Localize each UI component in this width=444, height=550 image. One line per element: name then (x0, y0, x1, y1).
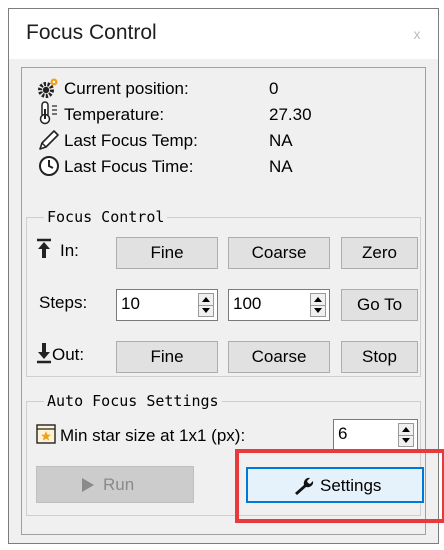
last-focus-temp-label: Last Focus Temp: (64, 131, 198, 150)
focus-control-group-title: Focus Control (44, 208, 168, 226)
highlight-box (235, 449, 444, 523)
auto-focus-group-title: Auto Focus Settings (44, 392, 222, 410)
min-star-size-label: Min star size at 1x1 (px): (60, 426, 246, 445)
in-fine-button[interactable]: Fine (116, 237, 218, 269)
steps-label: Steps: (39, 293, 88, 312)
focus-out-arrow-icon (35, 343, 53, 370)
steps-coarse-value: 100 (233, 294, 262, 313)
last-focus-temp-value: NA (269, 131, 293, 150)
goto-button[interactable]: Go To (341, 289, 418, 321)
in-coarse-button[interactable]: Coarse (228, 237, 330, 269)
increment-arrow-icon[interactable] (314, 297, 322, 302)
increment-arrow-icon[interactable] (202, 297, 210, 302)
focus-in-arrow-icon (35, 238, 53, 265)
min-star-size-input[interactable]: 6 (333, 419, 418, 451)
run-button[interactable]: Run (36, 466, 194, 503)
min-star-size-value: 6 (338, 424, 348, 443)
focus-control-window: Focus Control x Current position: 0 Temp… (8, 8, 444, 544)
steps-fine-value: 10 (121, 294, 140, 313)
decrement-arrow-icon[interactable] (402, 438, 410, 443)
out-fine-button[interactable]: Fine (116, 341, 218, 373)
in-label: In: (60, 241, 79, 260)
steps-coarse-stepper[interactable] (310, 293, 326, 317)
steps-fine-stepper[interactable] (198, 293, 214, 317)
out-coarse-button[interactable]: Coarse (228, 341, 330, 373)
run-label: Run (103, 475, 135, 494)
window-title: Focus Control (26, 21, 157, 44)
play-icon (81, 477, 95, 498)
decrement-arrow-icon[interactable] (314, 308, 322, 313)
temperature-label: Temperature: (64, 105, 165, 124)
close-icon[interactable]: x (402, 19, 432, 49)
steps-coarse-input[interactable]: 100 (228, 289, 330, 321)
stop-button[interactable]: Stop (341, 341, 418, 373)
out-label: Out: (52, 345, 85, 364)
current-position-value: 0 (269, 79, 279, 98)
thermometer-icon (39, 101, 61, 130)
steps-fine-input[interactable]: 10 (116, 289, 218, 321)
zero-button[interactable]: Zero (341, 237, 418, 269)
star-icon (36, 424, 56, 449)
pen-icon (37, 128, 61, 157)
min-star-size-stepper[interactable] (398, 423, 414, 447)
temperature-value: 27.30 (269, 105, 312, 124)
clock-icon (37, 154, 61, 183)
last-focus-time-value: NA (269, 157, 293, 176)
decrement-arrow-icon[interactable] (202, 308, 210, 313)
current-position-label: Current position: (64, 79, 189, 98)
last-focus-time-label: Last Focus Time: (64, 157, 194, 176)
title-bar: Focus Control x (9, 9, 438, 59)
increment-arrow-icon[interactable] (402, 427, 410, 432)
